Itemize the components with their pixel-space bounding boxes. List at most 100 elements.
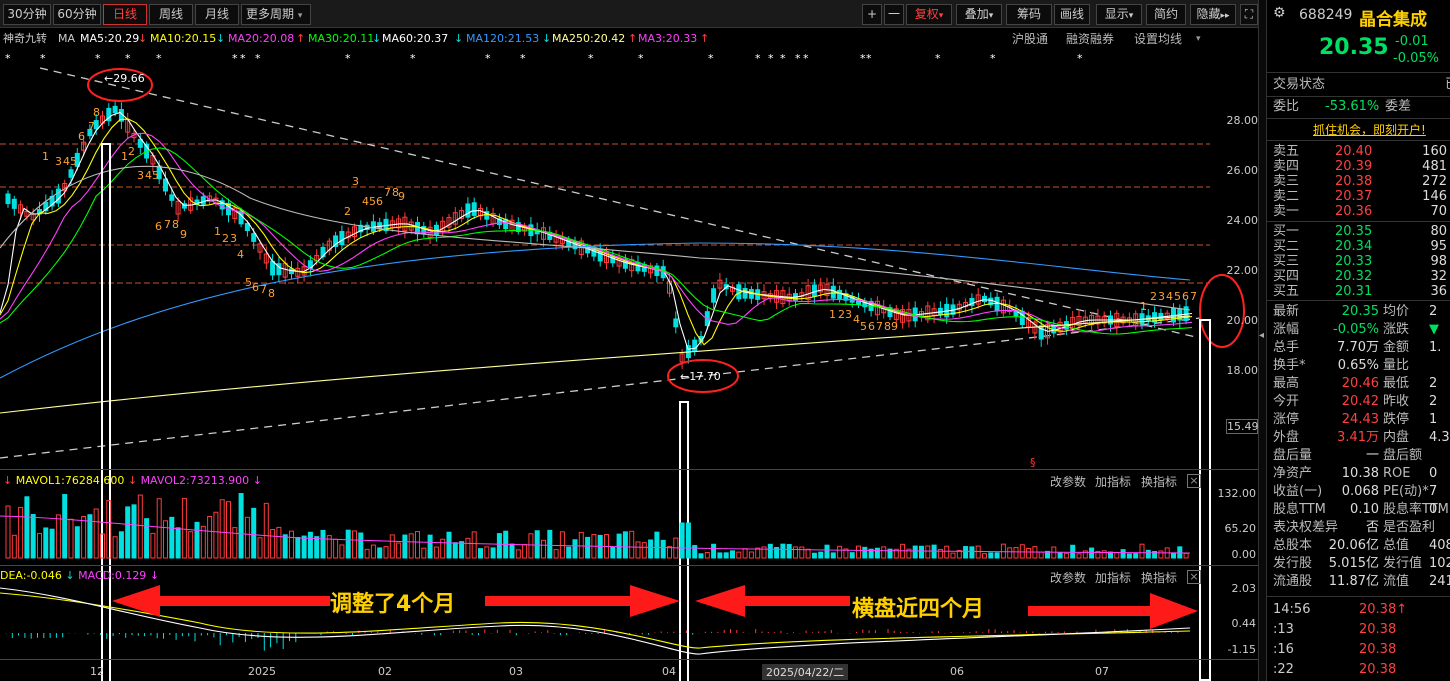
hgt-link[interactable]: 沪股通	[1012, 30, 1048, 48]
quote-panel: ⚙ 688249 晶合集成 20.35 -0.01 -0.05% 交易状态 已 …	[1266, 0, 1450, 681]
volume-bar	[68, 518, 74, 559]
close-icon[interactable]: ×	[1187, 570, 1201, 584]
chips-button[interactable]: 筹码	[1006, 4, 1052, 25]
indicator-name[interactable]: 神奇九转	[3, 30, 47, 48]
kline-svg[interactable]: 1 3 4 56781 23 4 56 7 89 12 345 6 7 8234 5 67 8 91 2 3 45 6 7 8…	[0, 48, 1262, 681]
star-marker: *	[990, 52, 996, 65]
volume-bar	[717, 552, 723, 559]
trade-status-row: 交易状态 已	[1273, 76, 1450, 94]
volume-bar	[648, 539, 654, 559]
star-marker: *	[795, 52, 801, 65]
more-periods-label: 更多周期	[246, 7, 295, 21]
volume-bar	[339, 544, 345, 559]
open-account-promo[interactable]: 抓住机会，即刻开户!	[1313, 121, 1426, 138]
volume-bar	[1101, 550, 1107, 559]
period-weekly-button[interactable]: 周线	[149, 4, 193, 25]
fullscreen-icon[interactable]: ⛶	[1240, 4, 1258, 25]
star-marker: *	[780, 52, 786, 65]
period-monthly-button[interactable]: 月线	[195, 4, 239, 25]
tick-price: 20.38	[1359, 622, 1397, 637]
nine-turn-digit: 3	[230, 232, 237, 245]
low-price-marker: ←17.70	[680, 370, 721, 383]
add-indicator-button[interactable]: 加指标	[1095, 569, 1131, 586]
ma60-value: MA60:20.37	[382, 32, 449, 45]
overlay-dropdown[interactable]: 叠加▾	[956, 4, 1002, 25]
macd-legend: DEA:-0.046 ↓ MACD:0.129 ↓	[0, 569, 159, 582]
display-dropdown[interactable]: 显示▾	[1096, 4, 1142, 25]
zoom-out-button[interactable]: 一	[884, 4, 904, 25]
nine-turn-digit: 6	[376, 195, 383, 208]
zoom-in-button[interactable]: +	[862, 4, 882, 25]
close-icon[interactable]: ×	[1187, 474, 1201, 488]
stat-value: 0.10	[1350, 502, 1379, 517]
volume-bar	[333, 538, 339, 559]
more-periods-dropdown[interactable]: 更多周期 ▾	[241, 4, 311, 25]
stat-label: PE(动)*	[1383, 484, 1429, 499]
settings-icon[interactable]: ⚙	[1273, 5, 1286, 21]
last-price: 20.35	[1319, 35, 1389, 60]
period-daily-button[interactable]: 日线	[103, 4, 147, 25]
nine-turn-digit: 9	[180, 228, 187, 241]
stat-row: 发行股 5.015亿发行值 102	[1273, 555, 1450, 573]
volume-bar	[528, 533, 534, 559]
fuquan-dropdown[interactable]: 复权▾	[906, 4, 952, 25]
period-30min-button[interactable]: 30分钟	[3, 4, 51, 25]
volume-bar	[226, 501, 231, 559]
volume-bar	[856, 545, 861, 559]
swap-indicator-button[interactable]: 换指标	[1141, 473, 1177, 490]
star-marker: *	[240, 52, 246, 65]
stat-row: 最高 20.46 最低 2	[1273, 375, 1450, 393]
stat-value: ▼	[1429, 322, 1439, 337]
candle-body	[711, 288, 717, 303]
volume-bar	[559, 531, 565, 559]
stat-label: 昨收	[1383, 394, 1410, 409]
star-marker: *	[935, 52, 941, 65]
volume-bar	[950, 552, 956, 559]
nine-turn-digit: 4	[63, 155, 70, 168]
volume-bar	[585, 536, 591, 559]
candle-body	[994, 296, 1000, 312]
nine-turn-digit: 1	[42, 150, 49, 163]
panel-separator	[0, 659, 1262, 660]
simple-mode-button[interactable]: 简约	[1146, 4, 1186, 25]
volume-bar	[711, 543, 717, 559]
candle-body	[11, 198, 17, 209]
volume-bar	[18, 506, 24, 559]
panel-splitter[interactable]: ◂	[1258, 0, 1266, 681]
swap-indicator-button[interactable]: 换指标	[1141, 569, 1177, 586]
stat-label: 盘后量	[1273, 448, 1313, 463]
stat-row: 今开 20.42 昨收 2	[1273, 393, 1450, 411]
volume-bar	[1026, 547, 1032, 559]
stat-label: 换手*	[1273, 358, 1306, 373]
chart-area[interactable]: 1345678123456789123456782345678912345678…	[0, 48, 1262, 681]
nine-turn-digit: 3	[55, 155, 62, 168]
price-change-pct: -0.05%	[1393, 51, 1439, 66]
period-60min-button[interactable]: 60分钟	[53, 4, 101, 25]
volume-bar	[289, 530, 294, 559]
chevron-left-icon[interactable]: ◂	[1259, 330, 1264, 341]
volume-bar	[755, 547, 761, 559]
price-tick: 20.00	[1226, 314, 1259, 327]
set-ma-dropdown[interactable]: 设置均线	[1134, 30, 1182, 48]
drawline-button[interactable]: 画线	[1054, 4, 1090, 25]
weibi-value: -53.61%	[1325, 99, 1380, 114]
down-arrow-icon: ↓	[454, 32, 464, 45]
volume-bar	[219, 499, 225, 559]
add-indicator-button[interactable]: 加指标	[1095, 473, 1131, 490]
volume-bar	[446, 531, 452, 559]
margin-trading-link[interactable]: 融资融券	[1066, 30, 1114, 48]
price-tick: 28.00	[1226, 114, 1259, 127]
x-axis: 12 2025 02 03 04 06 07 2025/04/22/二	[0, 662, 1262, 681]
candle-body	[270, 260, 276, 276]
candle-body	[830, 285, 836, 299]
hide-panel-button[interactable]: 隐藏▸▸	[1190, 4, 1236, 25]
volume-bar	[515, 549, 521, 559]
down-arrow-icon: ↓	[542, 32, 552, 45]
change-param-button[interactable]: 改参数	[1050, 473, 1086, 490]
stat-label: 涨跌	[1383, 322, 1410, 337]
stat-label: 外盘	[1273, 430, 1300, 445]
nine-turn-digit: 3	[352, 175, 359, 188]
change-param-button[interactable]: 改参数	[1050, 569, 1086, 586]
volume-tick: 132.00	[1217, 487, 1257, 500]
volume-bar	[232, 527, 238, 559]
